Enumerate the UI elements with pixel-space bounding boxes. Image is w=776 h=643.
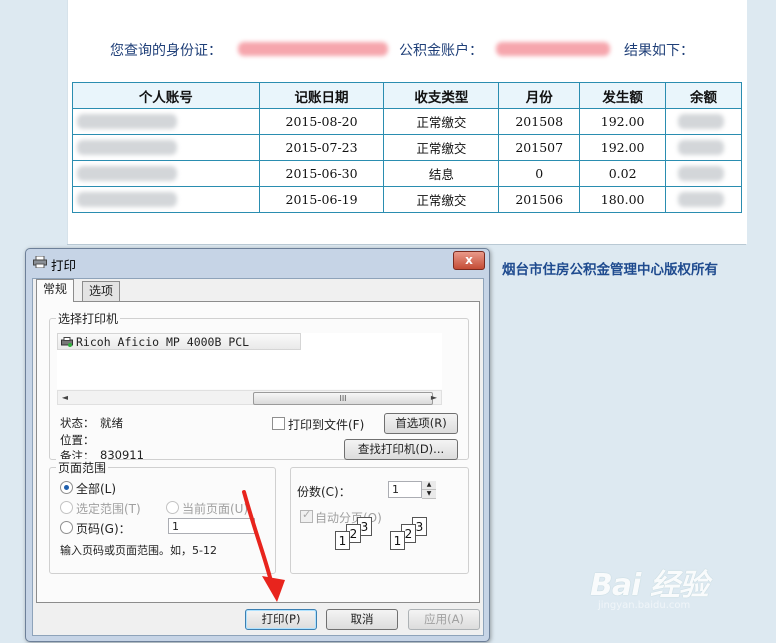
- baidu-watermark: Bai 经验 jingyan.baidu.com: [590, 560, 709, 611]
- baidu-logo: Bai 经验: [590, 568, 709, 603]
- watermark-url: jingyan.baidu.com: [598, 600, 691, 611]
- annotation-arrow-icon: [242, 490, 285, 602]
- tab-general[interactable]: 常规: [36, 279, 75, 302]
